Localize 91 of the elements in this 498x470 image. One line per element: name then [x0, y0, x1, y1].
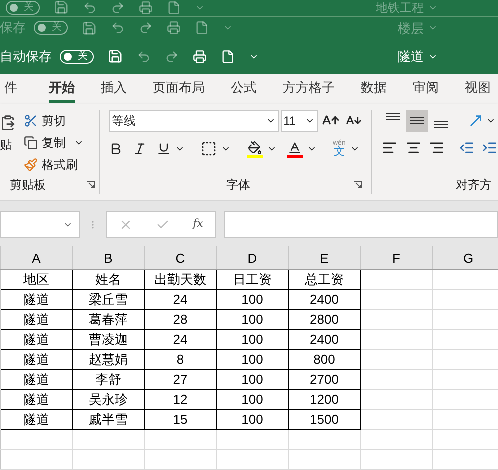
- align-lines-icon: [434, 121, 448, 130]
- align-lines-icon: [386, 113, 400, 122]
- column-header[interactable]: B: [73, 246, 145, 269]
- borders-icon[interactable]: [201, 141, 217, 158]
- table-cell-text: 葛春萍: [89, 310, 128, 329]
- column-header[interactable]: E: [289, 246, 361, 269]
- autosave-toggle[interactable]: 关: [60, 50, 94, 64]
- table-cell-text: 100: [242, 310, 264, 329]
- ribbon-tab[interactable]: 数据: [348, 74, 400, 104]
- table-cell-text: 地区: [24, 270, 50, 289]
- vertical-align-button[interactable]: [406, 110, 428, 132]
- font-size-field[interactable]: 11: [280, 110, 318, 132]
- group-label: 剪贴板: [10, 177, 46, 194]
- bold-icon[interactable]: [109, 142, 123, 156]
- ribbon-tab[interactable]: 视图: [452, 74, 498, 104]
- table-cell-text: 隧道: [24, 290, 50, 309]
- formula-field[interactable]: [224, 211, 498, 238]
- table-cell-text: 24: [173, 290, 188, 309]
- table-cell-text: 100: [242, 290, 264, 309]
- copy-icon: [24, 136, 38, 150]
- table-cell-text: 曹凌迦: [89, 330, 128, 349]
- ribbon-tab[interactable]: 页面布局: [140, 74, 218, 104]
- table-cell-text: 100: [242, 350, 264, 369]
- column-header[interactable]: C: [145, 246, 217, 269]
- copy-button[interactable]: 复制: [24, 134, 84, 152]
- table-cell-text: 27: [173, 370, 188, 389]
- ribbon-tab[interactable]: 插入: [88, 74, 140, 104]
- print-preview-icon[interactable]: [167, 21, 181, 36]
- table-cell-text: 100: [242, 390, 264, 409]
- table-cell-text: 李舒: [96, 370, 122, 389]
- ribbon-tab[interactable]: 件: [0, 74, 24, 104]
- dialog-launcher-icon[interactable]: [354, 181, 362, 190]
- align-lines-icon: [410, 117, 424, 126]
- autosave-label: 自动保存: [0, 48, 52, 66]
- ribbon-tab[interactable]: 方方格子: [270, 74, 348, 104]
- table-cell-text: 2800: [310, 310, 339, 329]
- table-cell-text: 2400: [310, 290, 339, 309]
- table-cell-text: 12: [173, 390, 188, 409]
- fill-color-icon[interactable]: [247, 140, 263, 158]
- table-cell-text: 出勤天数: [154, 270, 206, 289]
- paste-button[interactable]: 贴: [0, 110, 18, 176]
- scissors-icon: [24, 114, 38, 128]
- table-cell-text: 总工资: [305, 270, 344, 289]
- paintbrush-icon: [24, 158, 38, 172]
- table-cell-text: 隧道: [24, 310, 50, 329]
- table-cell-text: 28: [173, 310, 188, 329]
- table-cell-text: 15: [173, 410, 188, 429]
- table-cell-text: 100: [242, 410, 264, 429]
- table-cell-text: 隧道: [24, 410, 50, 429]
- table-cell-text: 隧道: [24, 330, 50, 349]
- table-cell-text: 100: [242, 330, 264, 349]
- group-label: 对齐方: [456, 177, 493, 194]
- dialog-launcher-icon[interactable]: [87, 181, 95, 190]
- column-header[interactable]: G: [433, 246, 498, 269]
- font-name-field[interactable]: 等线: [109, 110, 279, 132]
- insert-function-button[interactable]: fx: [193, 216, 204, 233]
- column-header[interactable]: A: [1, 246, 73, 269]
- table-cell-text: 800: [314, 350, 336, 369]
- print-preview-icon[interactable]: [139, 0, 153, 15]
- column-header[interactable]: F: [361, 246, 433, 269]
- font-color-icon[interactable]: [287, 140, 303, 158]
- format-painter-button[interactable]: 格式刷: [24, 156, 84, 174]
- table-cell-text: 日工资: [233, 270, 272, 289]
- ribbon-tab[interactable]: 公式: [218, 74, 270, 104]
- table-cell-text: 隧道: [24, 370, 50, 389]
- table-cell-text: 1200: [310, 390, 339, 409]
- document-title[interactable]: 隧道: [398, 50, 424, 64]
- table-cell-text: 赵慧娟: [89, 350, 128, 369]
- table-cell-text: 100: [242, 370, 264, 389]
- table-cell-text: 梁丘雪: [89, 290, 128, 309]
- ribbon-tab[interactable]: 审阅: [400, 74, 452, 104]
- autosave-label: 保存: [0, 19, 26, 38]
- save-icon[interactable]: [108, 49, 123, 64]
- new-file-icon[interactable]: [221, 50, 235, 64]
- table-cell-text: 24: [173, 330, 188, 349]
- cut-button[interactable]: 剪切: [24, 112, 84, 130]
- table-cell-text: 戚半雪: [89, 410, 128, 429]
- print-preview-icon[interactable]: [193, 50, 207, 64]
- ribbon-tab[interactable]: 开始: [36, 74, 88, 104]
- column-header[interactable]: D: [217, 246, 289, 269]
- table-cell-text: 8: [176, 350, 184, 369]
- table-cell-text: 2400: [310, 330, 339, 349]
- table-cell-text: 2700: [310, 370, 339, 389]
- table-cell-text: 1500: [310, 410, 339, 429]
- italic-icon[interactable]: [133, 142, 147, 156]
- table-cell-text: 隧道: [24, 350, 50, 369]
- table-cell-text: 隧道: [24, 390, 50, 409]
- group-label: 字体: [226, 177, 250, 194]
- table-cell-text: 姓名: [96, 270, 122, 289]
- underline-icon[interactable]: [157, 142, 171, 156]
- table-cell-text: 吴永珍: [89, 390, 128, 409]
